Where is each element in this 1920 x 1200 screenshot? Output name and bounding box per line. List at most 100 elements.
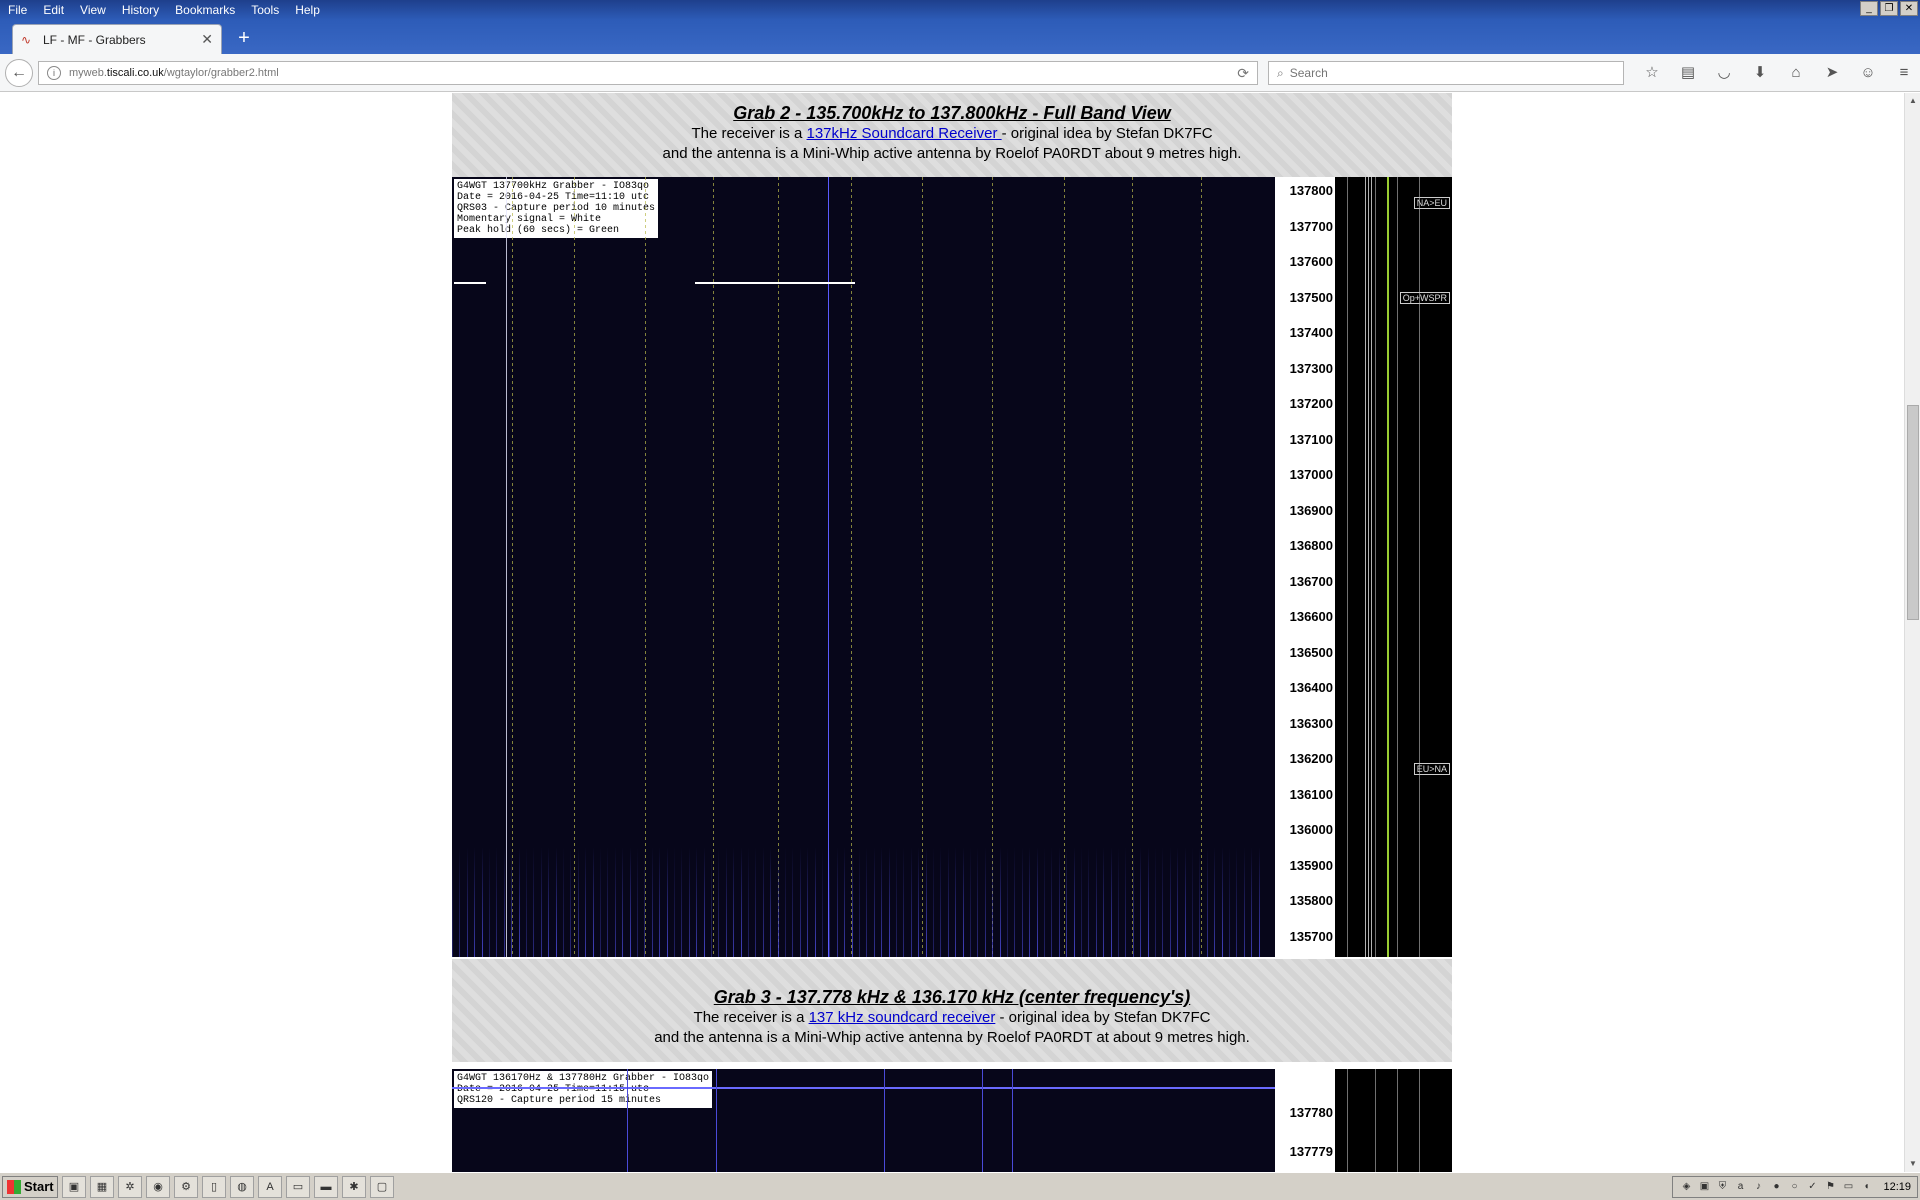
- grab2-receiver-link[interactable]: 137kHz Soundcard Receiver: [807, 125, 1002, 142]
- signal-streak: [807, 847, 809, 957]
- tray-shield-icon[interactable]: ⛨: [1715, 1180, 1729, 1194]
- signal-streak: [711, 847, 712, 957]
- signal-streak: [1206, 847, 1208, 957]
- menu-edit[interactable]: Edit: [35, 0, 72, 20]
- tab-lf-mf-grabbers[interactable]: ∿ LF - MF - Grabbers ✕: [12, 24, 222, 54]
- quicklaunch-doc-icon[interactable]: ▯: [202, 1175, 226, 1198]
- time-grid-line: [778, 177, 779, 957]
- signal-streak: [1066, 847, 1068, 957]
- signal-streak: [1012, 1069, 1013, 1172]
- signal-streak: [481, 847, 483, 957]
- freq-tick-label: 136800: [1289, 538, 1333, 553]
- time-grid-line: [713, 177, 714, 957]
- signal-streak: [666, 847, 668, 957]
- tray-circle-icon[interactable]: ○: [1787, 1180, 1801, 1194]
- signal-streak: [518, 847, 520, 957]
- quicklaunch-butterfly-icon[interactable]: ✲: [118, 1175, 142, 1198]
- quicklaunch-explorer-icon[interactable]: ▣: [62, 1175, 86, 1198]
- quicklaunch-red-icon[interactable]: ✱: [342, 1175, 366, 1198]
- back-button[interactable]: ←: [5, 59, 33, 87]
- spectrum-grid-line: [1375, 1069, 1376, 1172]
- quicklaunch-window-icon[interactable]: ▢: [370, 1175, 394, 1198]
- grab3-receiver-link[interactable]: 137 kHz soundcard receiver: [809, 1009, 996, 1026]
- quicklaunch-globe-icon[interactable]: ◍: [230, 1175, 254, 1198]
- quicklaunch-folder-icon[interactable]: ▭: [286, 1175, 310, 1198]
- close-icon[interactable]: ✕: [1900, 1, 1918, 16]
- signal-streak: [933, 847, 934, 957]
- freq-tick-label: 136500: [1289, 644, 1333, 660]
- signal-streak: [814, 847, 816, 957]
- system-tray: ◈ ▣ ⛨ a ♪ ● ○ ✓ ⚑ ▭ ◖ 12:19: [1672, 1176, 1918, 1198]
- quicklaunch-app-icon[interactable]: ▦: [90, 1175, 114, 1198]
- send-icon[interactable]: ➤: [1814, 62, 1850, 84]
- quicklaunch-monitor-icon[interactable]: ▬: [314, 1175, 338, 1198]
- signal-streak: [607, 847, 609, 957]
- menu-file[interactable]: File: [0, 0, 35, 20]
- freq-tick-label: 136300: [1289, 715, 1333, 731]
- chat-icon[interactable]: ☺: [1850, 62, 1886, 84]
- grab2-waterfall: G4WGT 137700kHz Grabber - IO83qo Date = …: [452, 177, 1275, 957]
- url-bar[interactable]: i myweb.tiscali.co.uk/wgtaylor/grabber2.…: [38, 61, 1258, 85]
- start-button[interactable]: Start: [2, 1175, 58, 1198]
- menu-help[interactable]: Help: [287, 0, 328, 20]
- grab2-spectrum: NA>EU Op+WSPR EU>NA: [1335, 177, 1452, 957]
- freq-tick-label: 137400: [1289, 325, 1333, 340]
- windows-logo-icon: [7, 1179, 21, 1194]
- scrollbar-thumb[interactable]: [1907, 405, 1919, 620]
- signal-streak: [614, 847, 616, 957]
- quicklaunch-font-icon[interactable]: A: [258, 1175, 282, 1198]
- bookmark-star-icon[interactable]: ☆: [1634, 62, 1670, 84]
- tray-green-icon[interactable]: ●: [1769, 1180, 1783, 1194]
- minimize-icon[interactable]: _: [1860, 1, 1878, 16]
- tab-title: LF - MF - Grabbers: [43, 32, 146, 47]
- tray-network-icon[interactable]: ◈: [1679, 1180, 1693, 1194]
- signal-streak: [637, 847, 638, 957]
- close-tab-icon[interactable]: ✕: [201, 31, 213, 48]
- new-tab-button[interactable]: +: [232, 26, 256, 50]
- signal-streak: [1110, 847, 1112, 957]
- tray-check-icon[interactable]: ✓: [1805, 1180, 1819, 1194]
- tray-flag-icon[interactable]: ⚑: [1823, 1180, 1837, 1194]
- vertical-scrollbar[interactable]: ▲ ▼: [1904, 93, 1920, 1172]
- menu-history[interactable]: History: [114, 0, 167, 20]
- tray-abc-icon[interactable]: a: [1733, 1180, 1747, 1194]
- info-icon[interactable]: i: [47, 66, 61, 80]
- signal-streak: [503, 847, 505, 957]
- grab2-header: Grab 2 - 135.700kHz to 137.800kHz - Full…: [452, 93, 1452, 177]
- reload-icon[interactable]: ⟳: [1237, 65, 1249, 82]
- scroll-down-icon[interactable]: ▼: [1905, 1156, 1920, 1172]
- freq-tick-label: 135700: [1289, 928, 1333, 944]
- signal-streak: [881, 847, 883, 957]
- search-input[interactable]: [1289, 66, 1590, 80]
- restore-icon[interactable]: ❐: [1880, 1, 1898, 16]
- reading-list-icon[interactable]: ▤: [1670, 62, 1706, 84]
- menu-view[interactable]: View: [72, 0, 114, 20]
- tray-display-icon[interactable]: ▭: [1841, 1180, 1855, 1194]
- hamburger-menu-icon[interactable]: ≡: [1886, 62, 1920, 84]
- home-icon[interactable]: ⌂: [1778, 62, 1814, 84]
- scroll-up-icon[interactable]: ▲: [1905, 93, 1920, 109]
- tab-strip: ∿ LF - MF - Grabbers ✕ +: [0, 20, 1920, 54]
- grab2-image: G4WGT 137700kHz Grabber - IO83qo Date = …: [452, 177, 1452, 957]
- quicklaunch-firefox-icon[interactable]: ◉: [146, 1175, 170, 1198]
- signal-streak: [970, 847, 971, 957]
- signal-streak: [563, 847, 564, 957]
- signal-streak: [1221, 847, 1223, 957]
- signal-streak: [555, 847, 557, 957]
- signal-streak: [1177, 847, 1179, 957]
- tray-volume-icon[interactable]: ◖: [1859, 1180, 1873, 1194]
- freq-tick-label: 137800: [1289, 183, 1333, 198]
- signal-streak: [1014, 847, 1016, 957]
- tray-monitor-icon[interactable]: ▣: [1697, 1180, 1711, 1194]
- search-bar: ⌕: [1268, 61, 1624, 85]
- menu-tools[interactable]: Tools: [243, 0, 287, 20]
- signal-streak: [1132, 847, 1134, 957]
- tray-speaker-icon[interactable]: ♪: [1751, 1180, 1765, 1194]
- quicklaunch-tool-icon[interactable]: ⚙: [174, 1175, 198, 1198]
- menu-bookmarks[interactable]: Bookmarks: [167, 0, 243, 20]
- signal-streak: [836, 847, 838, 957]
- signal-streak: [1169, 847, 1171, 957]
- download-icon[interactable]: ⬇: [1742, 62, 1778, 84]
- pocket-icon[interactable]: ◡: [1706, 62, 1742, 84]
- time-grid-line: [922, 177, 923, 957]
